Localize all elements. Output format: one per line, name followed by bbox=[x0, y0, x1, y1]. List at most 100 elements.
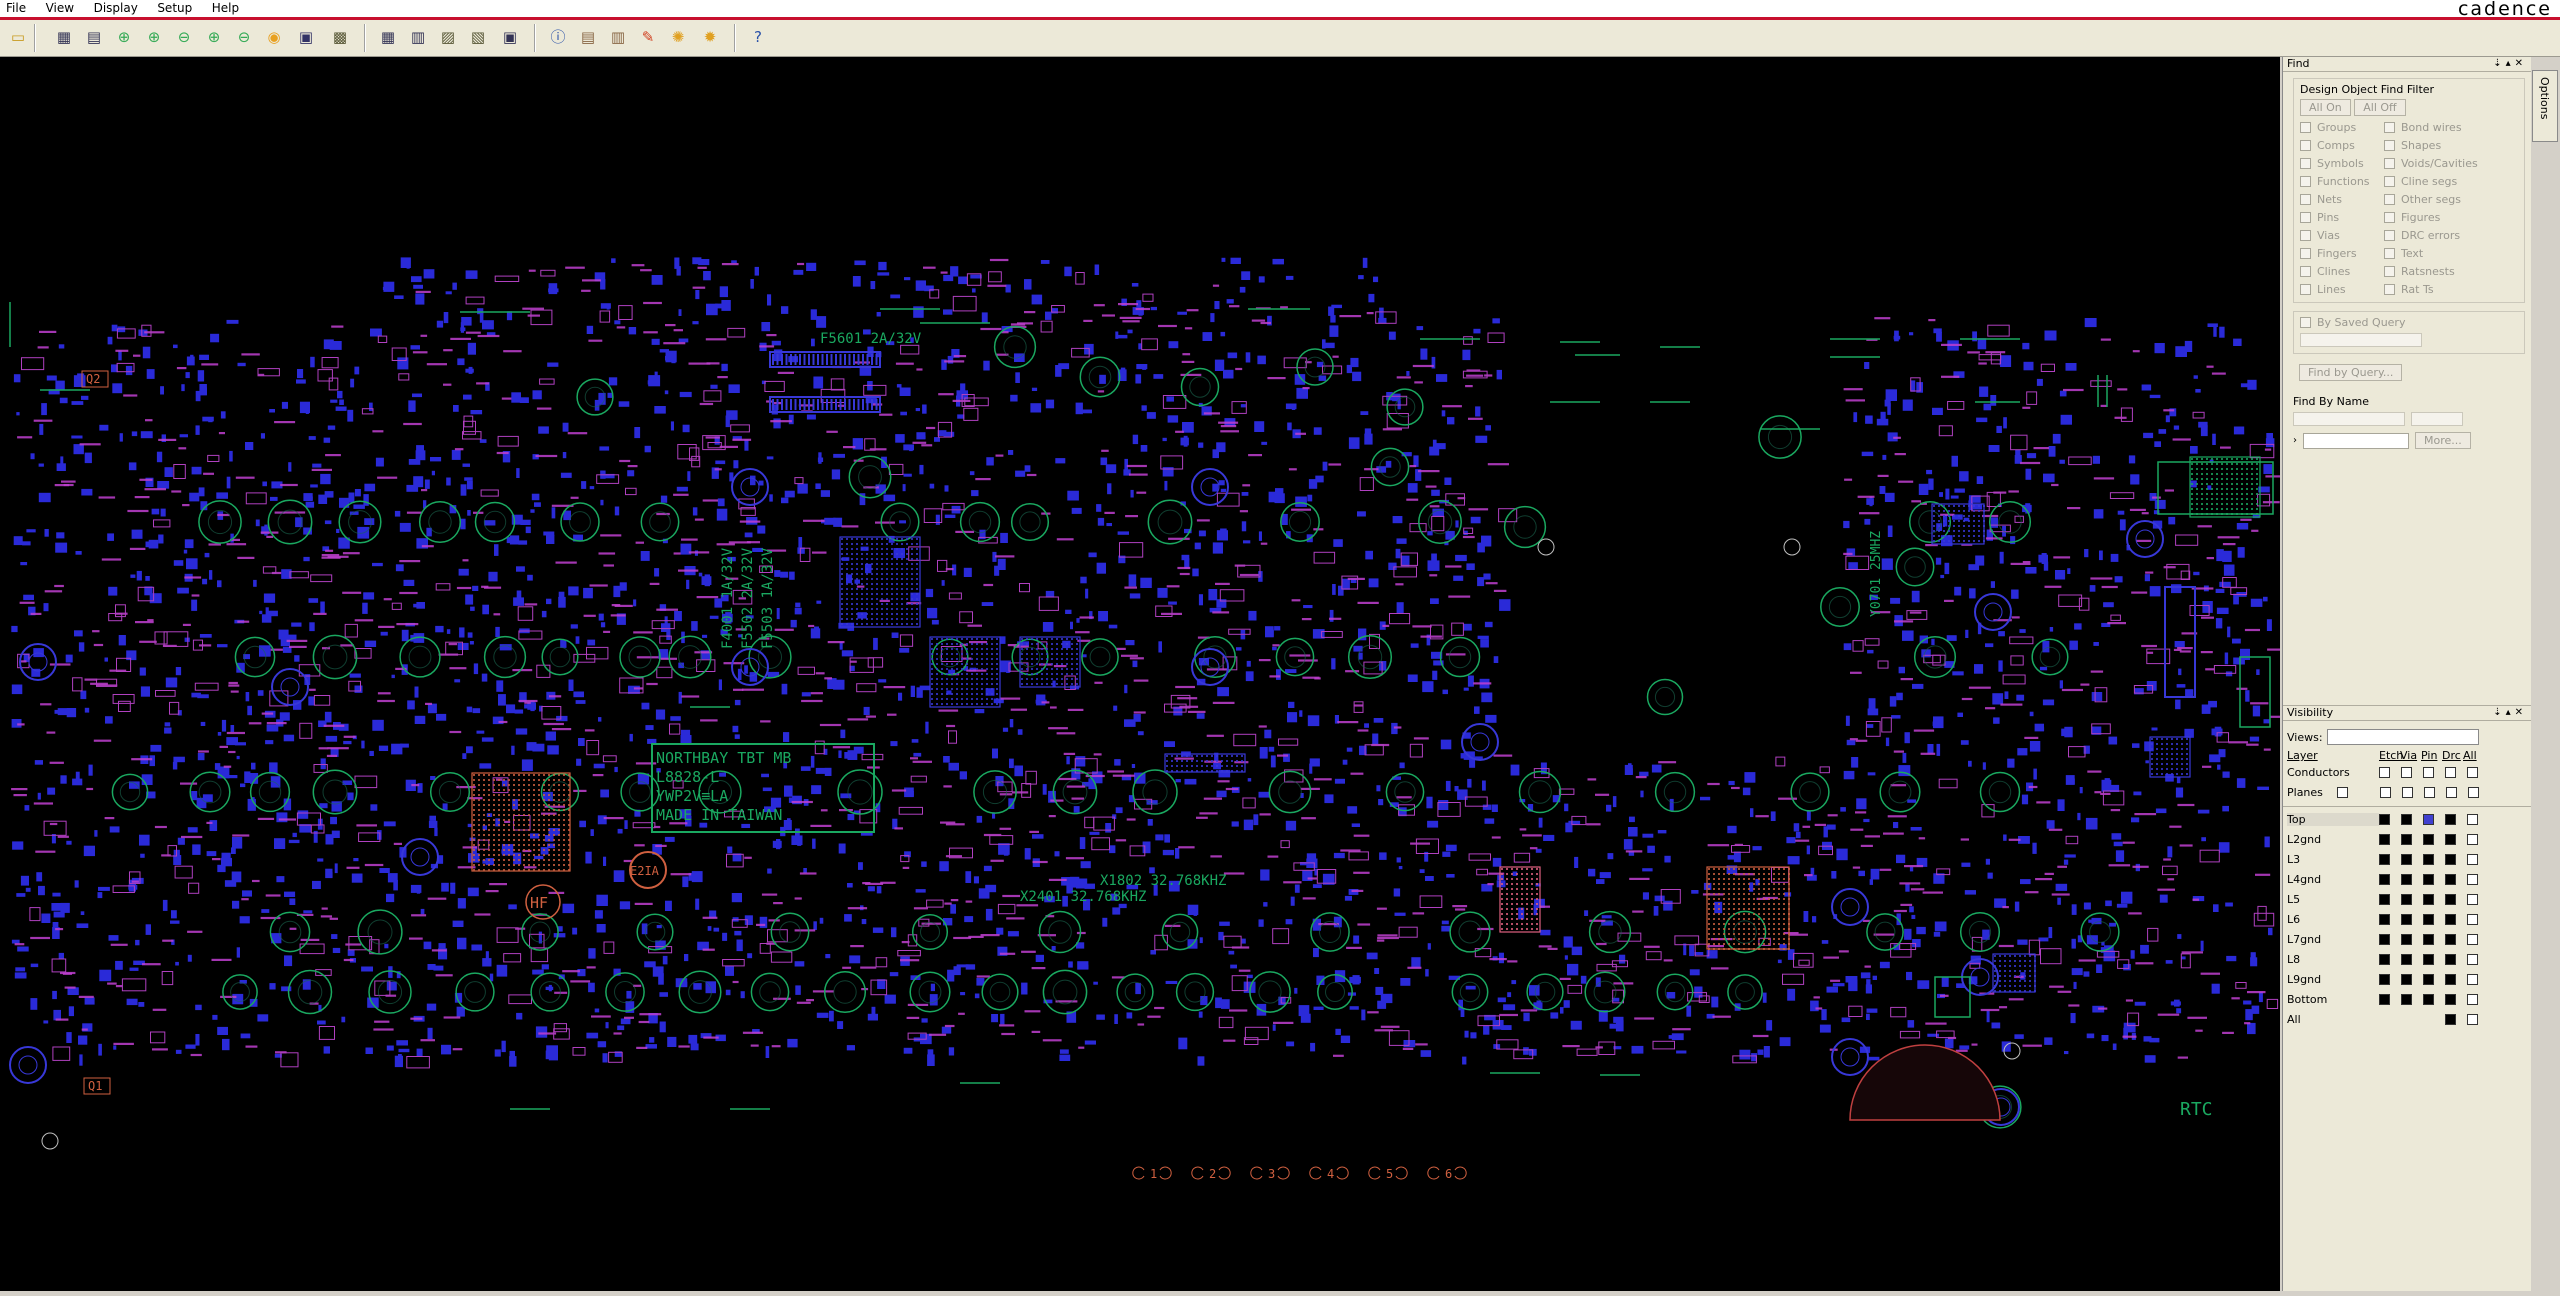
properties-icon[interactable]: ▣ bbox=[498, 25, 522, 49]
pad bbox=[407, 700, 415, 710]
pad bbox=[308, 598, 319, 603]
chip-outline-ball bbox=[1526, 923, 1528, 925]
chip-outline-ball bbox=[2191, 498, 2193, 500]
pad bbox=[579, 820, 586, 828]
pad bbox=[740, 991, 745, 999]
view-icon[interactable]: ▨ bbox=[436, 25, 460, 49]
pad bbox=[2016, 694, 2025, 701]
sun-icon[interactable]: ✹ bbox=[698, 25, 722, 49]
pad bbox=[414, 686, 419, 698]
color-icon[interactable]: ▩ bbox=[328, 25, 352, 49]
pcb-layout[interactable]: NORTHBAY TBT MBL8828-LYWP2V≡LAMADE IN TA… bbox=[0, 57, 2280, 1291]
soc-outline-ball bbox=[478, 839, 480, 841]
pad bbox=[674, 257, 680, 269]
soc-outline-ball bbox=[498, 849, 500, 851]
chip-outline-ball bbox=[1743, 903, 1745, 905]
pad bbox=[1523, 1047, 1529, 1055]
soc-outline-ball bbox=[488, 849, 490, 851]
pad bbox=[1089, 831, 1100, 835]
highlight-icon[interactable]: ▥ bbox=[606, 25, 630, 49]
soc-outline-ball bbox=[478, 824, 480, 826]
pad bbox=[140, 853, 145, 858]
zoom-prev-icon[interactable]: ⊖ bbox=[232, 25, 256, 49]
pad bbox=[921, 1018, 928, 1023]
pad bbox=[1891, 715, 1901, 719]
silk-label bbox=[1302, 387, 1310, 390]
capacitor-ring bbox=[644, 921, 666, 943]
silk-label bbox=[377, 692, 391, 695]
silk-label bbox=[129, 547, 146, 550]
design-canvas[interactable]: NORTHBAY TBT MB L8828-L YWP2V≡LA MADE IN TA… bbox=[0, 57, 2280, 1291]
pad bbox=[1931, 638, 1935, 646]
pad bbox=[1276, 669, 1281, 680]
reports-icon[interactable]: ▤ bbox=[576, 25, 600, 49]
chip-outline-ball bbox=[1521, 903, 1523, 905]
chip-outline-ball bbox=[2226, 463, 2228, 465]
pad bbox=[2173, 425, 2180, 430]
soc-outline-ball bbox=[523, 814, 525, 816]
silk-label bbox=[131, 880, 139, 883]
menu-setup[interactable]: Setup bbox=[149, 0, 200, 17]
grid-toggle-icon[interactable]: ▦ bbox=[376, 25, 400, 49]
zoom-out-icon[interactable]: ⊖ bbox=[172, 25, 196, 49]
pad bbox=[1214, 301, 1220, 310]
silk-label bbox=[1175, 685, 1195, 689]
silk-label bbox=[79, 443, 101, 446]
pad bbox=[16, 893, 26, 897]
capacitor-ring bbox=[438, 780, 462, 804]
layers-icon[interactable]: ▥ bbox=[406, 25, 430, 49]
chip-outline-ball bbox=[1763, 913, 1765, 915]
silk-label bbox=[803, 519, 825, 522]
settings-icon[interactable]: ✺ bbox=[666, 25, 690, 49]
menu-file[interactable]: File bbox=[0, 0, 34, 17]
chip-outline-ball bbox=[1206, 770, 1208, 772]
zoom-in-icon[interactable]: ⊕ bbox=[142, 25, 166, 49]
chip-outline-ball bbox=[2211, 483, 2213, 485]
menu-help[interactable]: Help bbox=[204, 0, 247, 17]
grid2-icon[interactable]: ▤ bbox=[82, 25, 106, 49]
silk-label bbox=[1121, 654, 1138, 657]
menu-display[interactable]: Display bbox=[86, 0, 146, 17]
silk-label bbox=[1843, 552, 1853, 555]
chip-outline-ball bbox=[1186, 765, 1188, 767]
silk-label bbox=[619, 459, 631, 463]
zoom-world-icon[interactable]: ⊕ bbox=[202, 25, 226, 49]
help-icon[interactable]: ? bbox=[746, 25, 770, 49]
3d-icon[interactable]: ▣ bbox=[294, 25, 318, 49]
chip-outline-ball bbox=[1748, 933, 1750, 935]
chip-outline-ball bbox=[1733, 933, 1735, 935]
pad bbox=[2104, 778, 2110, 784]
pad bbox=[1564, 803, 1569, 812]
silk-label bbox=[2167, 878, 2175, 881]
chip-outline-ball bbox=[2201, 468, 2203, 470]
soc-outline-ball bbox=[568, 799, 570, 801]
chip-outline-ball bbox=[2009, 965, 2011, 967]
pad bbox=[2154, 343, 2165, 354]
pad bbox=[364, 483, 376, 492]
pad bbox=[362, 602, 368, 614]
capacitor-outline bbox=[1979, 771, 2021, 813]
component-outline bbox=[1864, 638, 1880, 646]
open-icon[interactable]: ▭ bbox=[6, 25, 30, 49]
measure-icon[interactable]: ▧ bbox=[466, 25, 490, 49]
redraw-icon[interactable]: ◉ bbox=[262, 25, 286, 49]
pad bbox=[925, 588, 934, 598]
chip-outline-ball bbox=[2246, 483, 2248, 485]
pad bbox=[1752, 846, 1762, 851]
connector-pin bbox=[808, 399, 810, 410]
dehighlight-icon[interactable]: ✎ bbox=[636, 25, 660, 49]
silk-label bbox=[467, 797, 483, 800]
menu-view[interactable]: View bbox=[38, 0, 82, 17]
pad bbox=[1728, 780, 1735, 786]
chip-outline-ball bbox=[1506, 893, 1508, 895]
grid-icon[interactable]: ▦ bbox=[52, 25, 76, 49]
pad bbox=[1198, 530, 1206, 537]
pad bbox=[1003, 844, 1009, 856]
connector-pin bbox=[803, 354, 806, 365]
pad bbox=[73, 375, 86, 387]
pad bbox=[1945, 488, 1950, 500]
silk-label bbox=[681, 538, 698, 541]
silk-label bbox=[1258, 725, 1267, 728]
zoom-fit-icon[interactable]: ⊕ bbox=[112, 25, 136, 49]
info-icon[interactable]: ⓘ bbox=[546, 25, 570, 49]
